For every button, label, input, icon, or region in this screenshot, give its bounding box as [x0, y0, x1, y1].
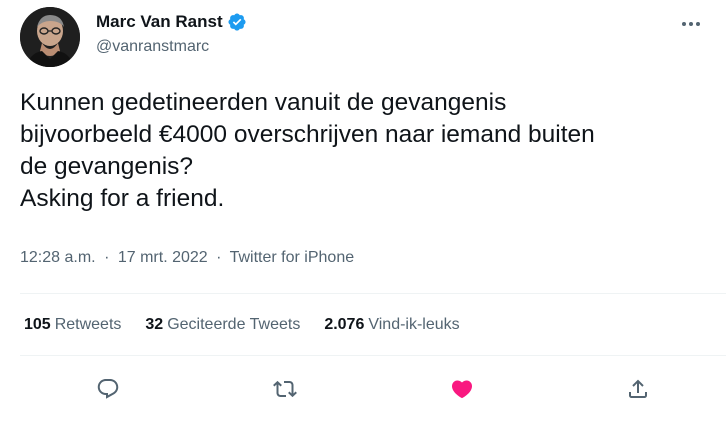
- likes-count: 2.076: [324, 316, 365, 333]
- verified-badge-icon: [228, 13, 246, 31]
- tweet-stats: 105 Retweets 32 Geciteerde Tweets 2.076 Vin…: [24, 316, 460, 334]
- likes-stat[interactable]: 2.076 Vind-ik-leuks: [324, 316, 459, 334]
- divider: [20, 355, 726, 356]
- quotes-stat[interactable]: 32 Geciteerde Tweets: [145, 316, 300, 334]
- tweet-date[interactable]: 17 mrt. 2022: [118, 249, 208, 266]
- meta-separator: ·: [216, 249, 222, 266]
- author-name-text: Marc Van Ranst: [96, 12, 223, 31]
- share-icon: [629, 379, 647, 398]
- tweet-text: Kunnen gedetineerden vanuit de gevangeni…: [20, 89, 595, 212]
- author-handle[interactable]: @vanranstmarc: [96, 38, 209, 56]
- likes-label: Vind-ik-leuks: [368, 316, 460, 333]
- retweets-stat[interactable]: 105 Retweets: [24, 316, 121, 334]
- reply-icon: [97, 379, 119, 399]
- tweet-detail: Marc Van Ranst @vanranstmarc Kunnen gede…: [0, 0, 726, 421]
- like-button[interactable]: [445, 372, 479, 406]
- author-name[interactable]: Marc Van Ranst: [96, 12, 247, 32]
- tweet-actions: [0, 372, 726, 406]
- quotes-label: Geciteerde Tweets: [167, 316, 301, 333]
- tweet-time[interactable]: 12:28 a.m.: [20, 249, 96, 266]
- more-options-icon[interactable]: [674, 12, 708, 36]
- share-button[interactable]: [621, 372, 655, 406]
- quotes-count: 32: [145, 316, 164, 333]
- retweets-count: 105: [24, 316, 51, 333]
- avatar[interactable]: [20, 7, 80, 67]
- retweet-icon: [273, 380, 297, 398]
- tweet-metadata: 12:28 a.m. · 17 mrt. 2022 · Twitter for …: [20, 249, 354, 267]
- heart-filled-icon: [451, 380, 473, 399]
- meta-separator: ·: [104, 249, 110, 266]
- avatar-image: [20, 7, 80, 67]
- divider: [20, 293, 726, 294]
- reply-button[interactable]: [91, 372, 125, 406]
- tweet-source[interactable]: Twitter for iPhone: [230, 249, 355, 266]
- retweet-button[interactable]: [268, 372, 302, 406]
- retweets-label: Retweets: [54, 316, 122, 333]
